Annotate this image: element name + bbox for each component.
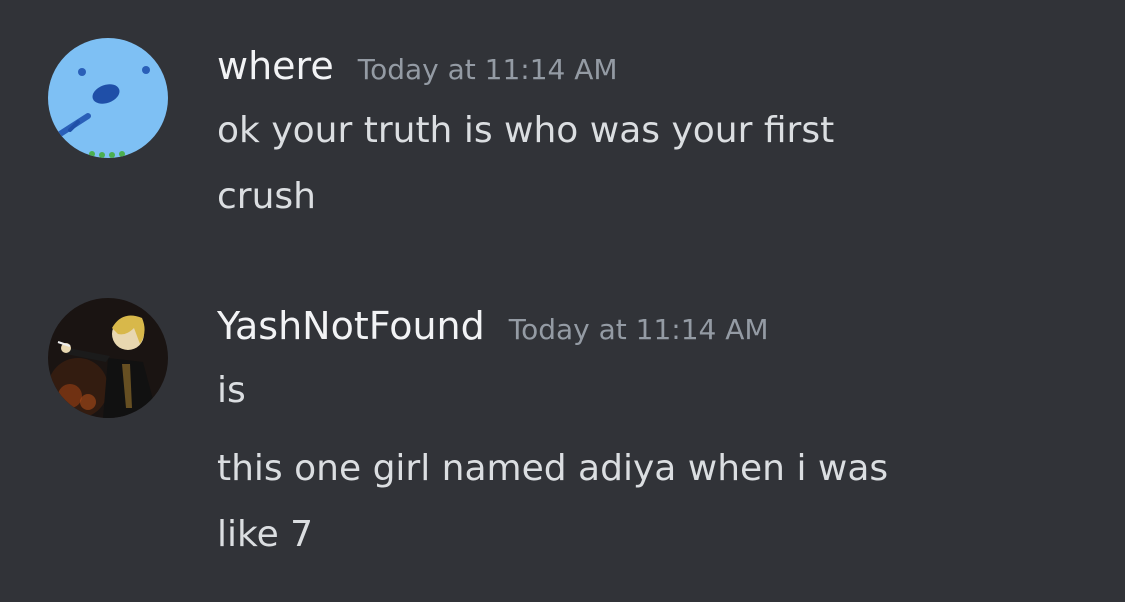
- message-body: ok your truth is who was your first crus…: [217, 98, 1105, 230]
- username[interactable]: where: [217, 38, 334, 94]
- message-content: where Today at 11:14 AM ok your truth is…: [217, 38, 1105, 230]
- message-body: is this one girl named adiya when i was …: [217, 358, 1105, 568]
- message-text-line: this one girl named adiya when i was: [217, 448, 889, 489]
- message-header: where Today at 11:14 AM: [217, 38, 1105, 94]
- message-header: YashNotFound Today at 11:14 AM: [217, 298, 1105, 354]
- chat-message-list: where Today at 11:14 AM ok your truth is…: [0, 0, 1125, 602]
- timestamp: Today at 11:14 AM: [357, 53, 618, 86]
- avatar[interactable]: [48, 38, 168, 158]
- message-separator: [217, 424, 1105, 436]
- timestamp: Today at 11:14 AM: [508, 313, 769, 346]
- blue-blob-face-avatar-icon: [48, 38, 168, 158]
- message-text-line: is: [217, 370, 246, 411]
- anime-character-avatar-icon: [48, 298, 168, 418]
- message-text-line: ok your truth is who was your first: [217, 110, 835, 151]
- avatar[interactable]: [48, 298, 168, 418]
- message-text-line: like 7: [217, 514, 314, 555]
- username[interactable]: YashNotFound: [217, 298, 485, 354]
- message-text-line: crush: [217, 176, 316, 217]
- message-content: YashNotFound Today at 11:14 AM is this o…: [217, 298, 1105, 568]
